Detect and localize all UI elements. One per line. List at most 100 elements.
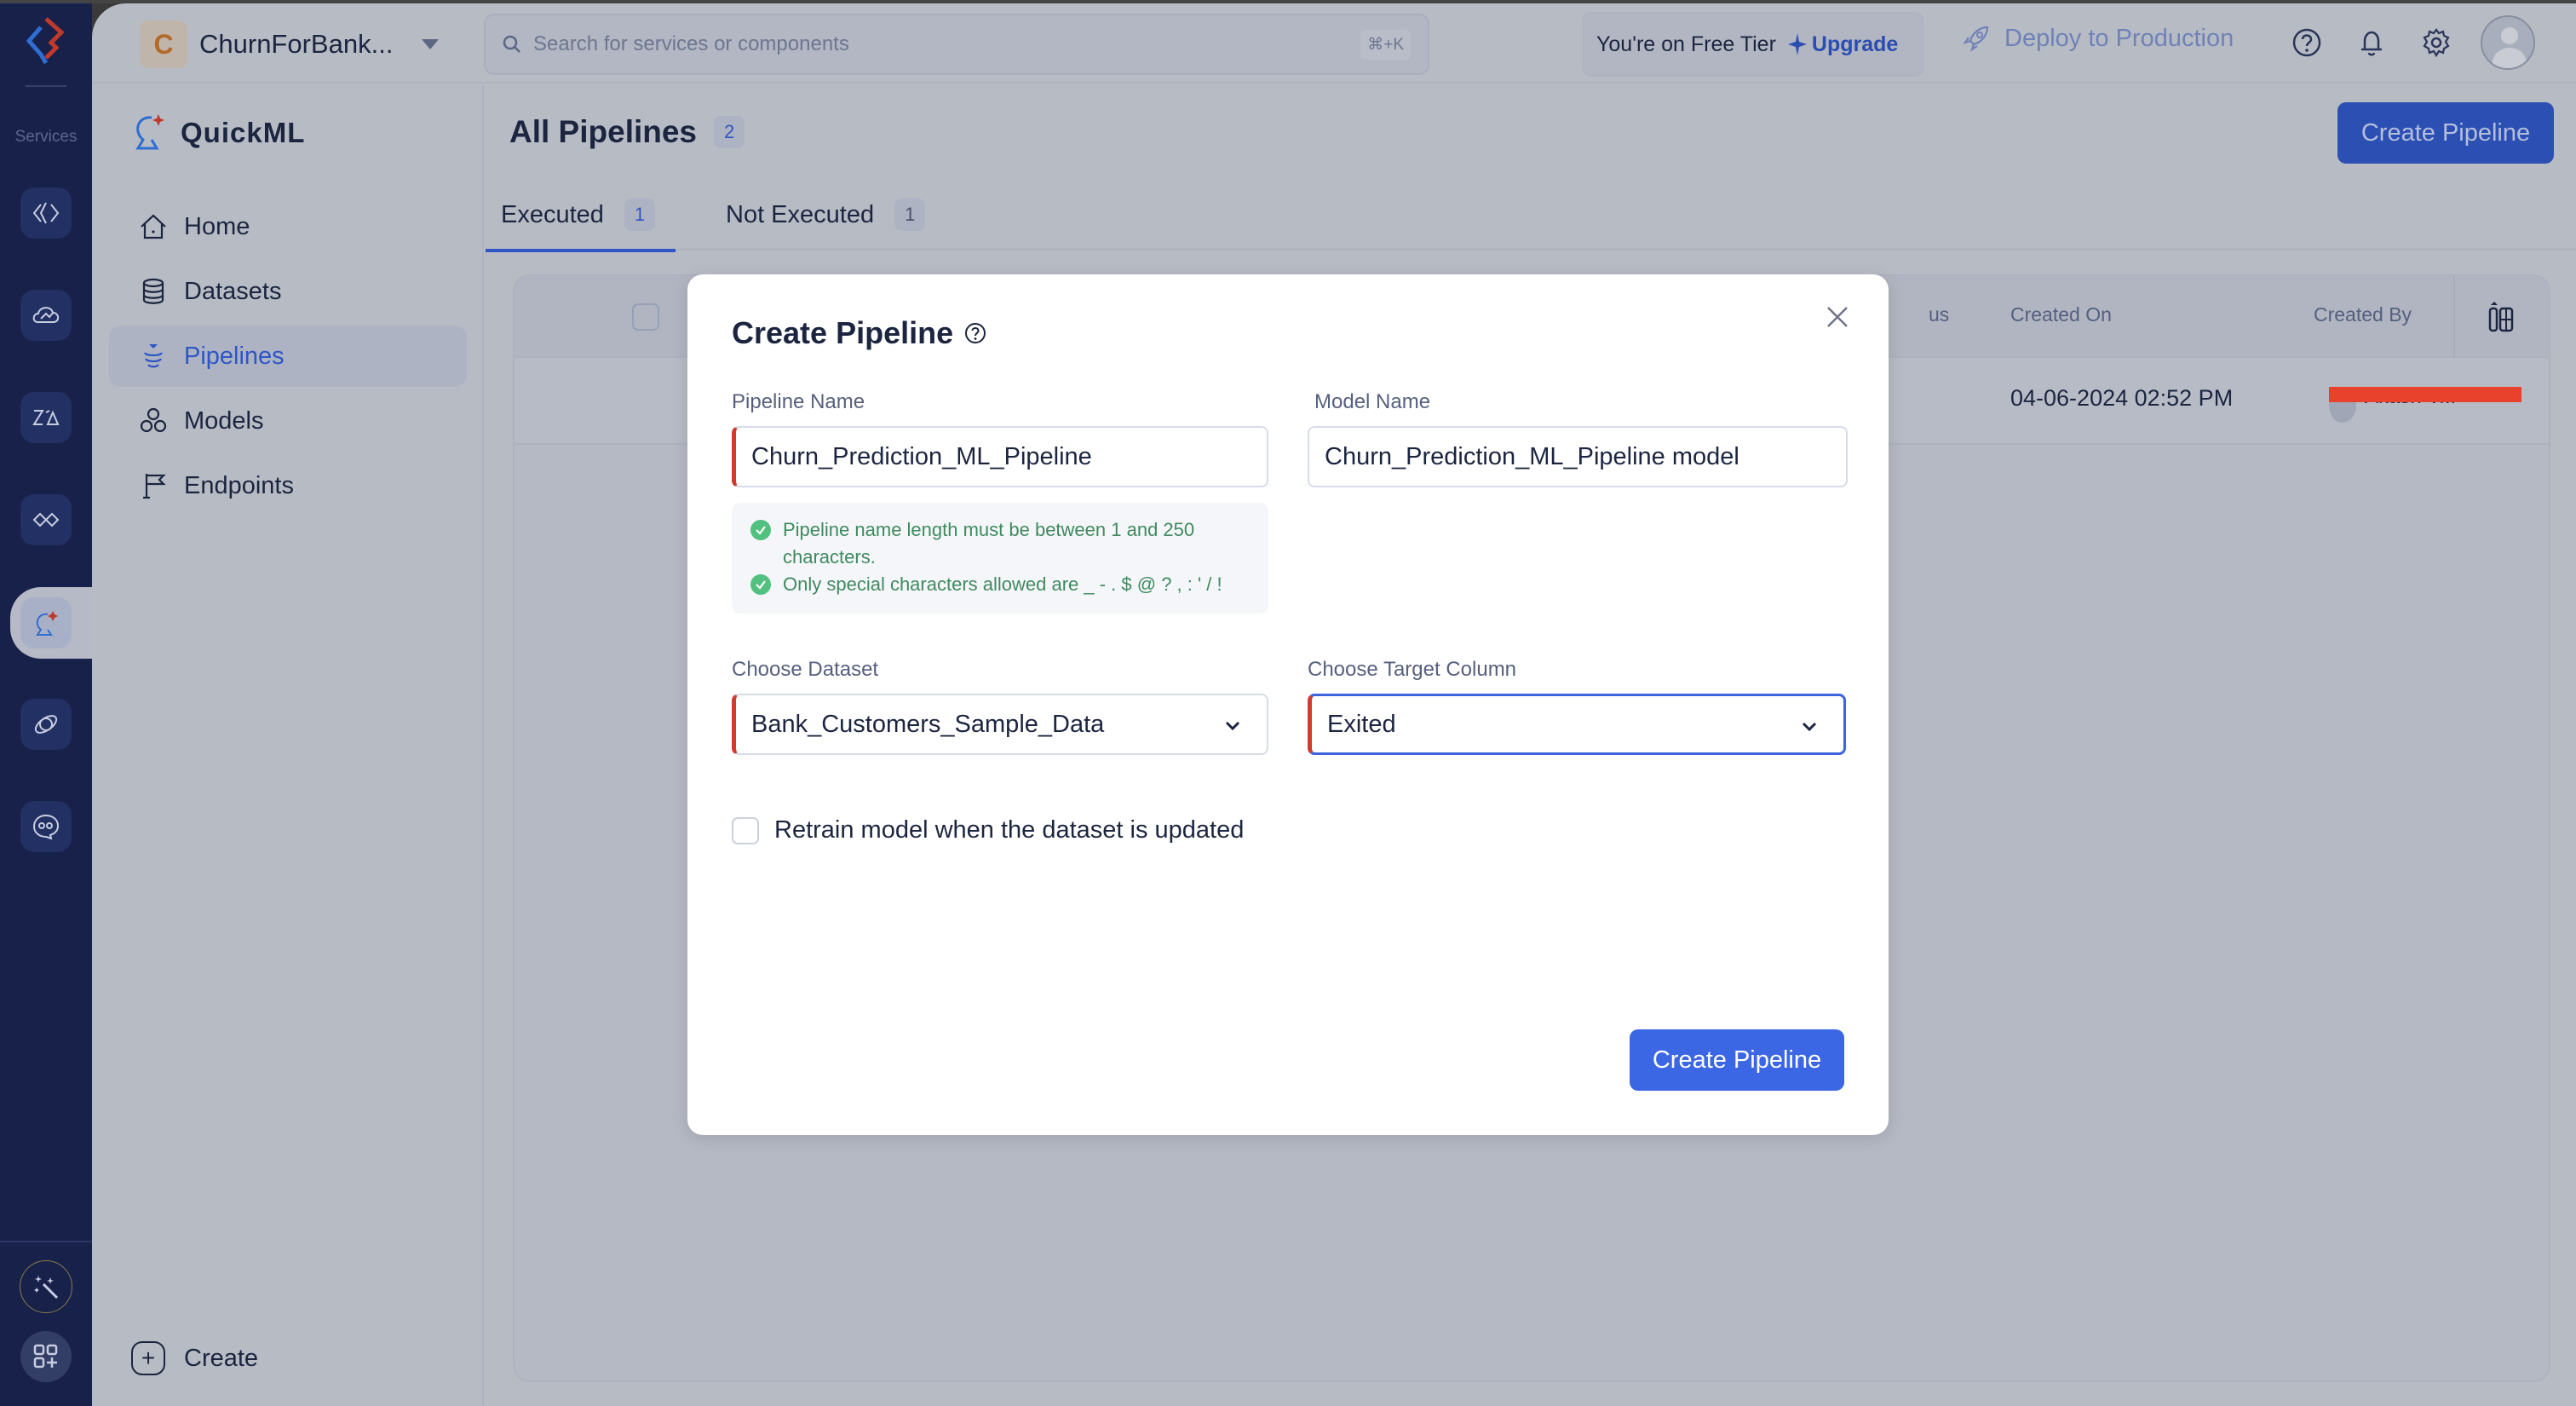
page-title: All Pipelines (509, 114, 698, 149)
page-header: All Pipelines 2 (509, 114, 745, 150)
plus-icon: + (131, 1341, 165, 1375)
pipeline-name-value: Churn_Prediction_ML_Pipeline (751, 442, 1092, 470)
pipeline-count-badge: 2 (714, 116, 745, 148)
services-label: Services (14, 128, 78, 146)
tab-executed[interactable]: Executed 1 (485, 179, 676, 252)
rail-item-orbit[interactable] (20, 699, 72, 750)
flag-icon (143, 474, 166, 499)
columns-icon (2488, 302, 2514, 332)
validation-hints: Pipeline name length must be between 1 a… (732, 503, 1268, 614)
orbit-icon (34, 715, 58, 734)
tab-label: Executed (501, 200, 604, 228)
dataset-label: Choose Dataset (732, 658, 879, 681)
rail-item-cloud[interactable] (20, 290, 72, 341)
deploy-label: Deploy to Production (2004, 24, 2234, 52)
sidebar-item-models[interactable]: Models (109, 390, 467, 452)
quickml-logo-icon (135, 114, 164, 150)
help-icon[interactable] (963, 321, 987, 345)
quickml-sidebar: QuickML Home Datasets Pipelines Models E… (92, 85, 484, 1406)
model-name-field[interactable]: Churn_Prediction_ML_Pipeline model (1308, 426, 1848, 487)
help-icon[interactable] (2290, 26, 2324, 60)
rail-item-zia[interactable] (20, 392, 72, 443)
create-button[interactable]: + Create (131, 1341, 258, 1375)
magic-wand-icon (34, 1276, 59, 1299)
sidebar-item-datasets[interactable]: Datasets (109, 261, 467, 322)
hint-length: Pipeline name length must be between 1 a… (750, 516, 1268, 571)
create-pipeline-modal: Create Pipeline Pipeline Name Churn_Pred… (687, 274, 1889, 1135)
search-icon (503, 35, 520, 53)
deploy-to-production-button[interactable]: Deploy to Production (1962, 24, 2234, 53)
modal-title: Create Pipeline (732, 315, 987, 351)
upgrade-label: Upgrade (1811, 32, 1899, 56)
retrain-label: Retrain model when the dataset is update… (774, 816, 1245, 844)
hint-text: Only special characters allowed are _ - … (783, 573, 1222, 595)
gear-icon[interactable] (2419, 26, 2453, 60)
rail-divider (26, 85, 66, 87)
avatar-head (2501, 27, 2518, 44)
submit-create-pipeline-button[interactable]: Create Pipeline (1630, 1029, 1844, 1091)
brand: QuickML (131, 112, 305, 153)
dataset-select[interactable]: Bank_Customers_Sample_Data (732, 694, 1268, 755)
pipeline-tabs: Executed 1 Not Executed 1 (485, 179, 2576, 252)
sidebar-item-pipelines[interactable]: Pipelines (109, 326, 467, 387)
created-on-cell: 04-06-2024 02:52 PM (2010, 385, 2234, 411)
target-column-value: Exited (1327, 710, 1396, 738)
tab-count: 1 (894, 199, 926, 231)
model-name-label: Model Name (1314, 390, 1431, 413)
hint-special-chars: Only special characters allowed are _ - … (750, 571, 1268, 598)
project-switcher[interactable]: C ChurnForBank... (140, 20, 440, 68)
sidebar-item-home[interactable]: Home (109, 196, 467, 257)
database-icon (142, 278, 164, 304)
rail-item-code[interactable] (20, 187, 72, 239)
sidebar-item-label: Home (184, 212, 250, 240)
chevron-down-icon (1225, 721, 1240, 731)
create-pipeline-button[interactable]: Create Pipeline (2337, 102, 2554, 164)
model-name-value: Churn_Prediction_ML_Pipeline model (1325, 442, 1739, 470)
tab-not-executed[interactable]: Not Executed 1 (726, 179, 926, 251)
search-shortcut: ⌘+K (1360, 29, 1411, 60)
catalyst-logo-icon[interactable] (22, 15, 70, 66)
select-all-checkbox[interactable] (632, 303, 659, 331)
close-icon (1827, 307, 1848, 327)
column-header-created-on[interactable]: Created On (2010, 303, 2112, 326)
tab-count: 1 (624, 199, 656, 231)
check-circle-icon (750, 574, 771, 595)
close-button[interactable] (1820, 300, 1854, 334)
magic-wand-button[interactable] (20, 1260, 72, 1313)
cloud-icon (32, 307, 60, 323)
pipeline-name-field[interactable]: Churn_Prediction_ML_Pipeline (732, 426, 1268, 487)
user-avatar[interactable] (2481, 15, 2535, 70)
rail-item-integration[interactable] (20, 494, 72, 545)
project-avatar: C (140, 20, 187, 68)
avatar-body (2493, 48, 2527, 68)
target-column-select[interactable]: Exited (1308, 694, 1846, 755)
rail-item-chatbot[interactable] (20, 801, 72, 852)
add-apps-button[interactable] (20, 1331, 72, 1382)
sidebar-item-label: Pipelines (184, 342, 285, 370)
tab-label: Not Executed (726, 200, 875, 228)
modal-title-text: Create Pipeline (732, 315, 954, 350)
column-header-status[interactable]: us (1929, 303, 1949, 326)
upgrade-link[interactable]: Upgrade (1787, 32, 1899, 57)
dataset-value: Bank_Customers_Sample_Data (751, 710, 1105, 738)
pipeline-icon (144, 344, 163, 368)
free-tier-banner: You're on Free Tier Upgrade (1583, 12, 1923, 77)
sidebar-item-label: Datasets (184, 277, 282, 305)
pipeline-name-label: Pipeline Name (732, 390, 865, 413)
chevron-down-icon (1802, 722, 1817, 732)
models-icon (140, 407, 167, 433)
column-header-created-by[interactable]: Created By (2314, 303, 2412, 326)
service-rail: Services (0, 3, 95, 1406)
brand-name: QuickML (181, 117, 306, 148)
sidebar-item-endpoints[interactable]: Endpoints (109, 455, 467, 516)
rail-item-quickml[interactable] (20, 597, 72, 648)
retrain-option[interactable]: Retrain model when the dataset is update… (732, 816, 1244, 844)
retrain-checkbox[interactable] (732, 816, 759, 844)
search-input[interactable]: Search for services or components (533, 32, 1360, 56)
hint-text: Pipeline name length must be between 1 a… (783, 519, 1195, 568)
rail-bottom-divider (0, 1241, 92, 1242)
search-bar[interactable]: Search for services or components ⌘+K (484, 14, 1429, 75)
apps-grid-icon (33, 1344, 58, 1369)
column-settings-button[interactable] (2453, 276, 2549, 358)
bell-icon[interactable] (2355, 26, 2389, 60)
